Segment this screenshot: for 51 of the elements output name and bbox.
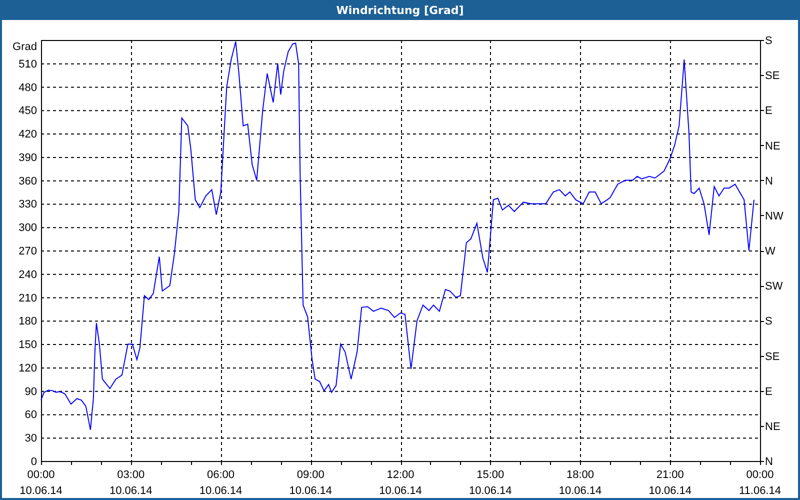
y-tick-label: 180 — [18, 316, 37, 328]
y-tick-label: 420 — [18, 128, 37, 141]
y-tick-label: 30 — [24, 432, 37, 445]
x-tick-label: 21:00 — [656, 469, 684, 481]
y-tick-label: 360 — [18, 175, 37, 188]
x-tick-date: 10.06.14 — [558, 485, 602, 497]
x-tick-date: 10.06.14 — [648, 485, 692, 497]
compass-tick-label: SE — [765, 70, 780, 82]
y-tick-label: 390 — [18, 152, 37, 164]
x-tick-date: 10.06.14 — [20, 485, 62, 497]
y-tick-label: 60 — [24, 409, 37, 422]
x-tick-label: 03:00 — [117, 469, 145, 481]
compass-tick-label: N — [765, 456, 773, 468]
y-tick-label: 480 — [18, 82, 37, 94]
x-tick-date: 11.06.14 — [739, 485, 781, 497]
compass-tick-label: S — [765, 35, 772, 47]
compass-tick-label: SE — [765, 350, 780, 363]
compass-tick-label: S — [765, 316, 772, 328]
x-tick-label: 00:00 — [746, 469, 774, 481]
compass-tick-label: SW — [765, 280, 783, 293]
y-tick-label: 270 — [18, 246, 37, 258]
x-tick-date: 10.06.14 — [109, 485, 152, 497]
compass-tick-label: E — [765, 386, 772, 398]
x-tick-date: 10.06.14 — [289, 485, 332, 497]
y-tick-label: 330 — [18, 198, 37, 211]
y-tick-label: 450 — [18, 105, 37, 118]
x-tick-label: 00:00 — [27, 469, 55, 481]
x-tick-label: 09:00 — [296, 469, 324, 481]
compass-tick-label: NE — [765, 140, 780, 152]
x-tick-date: 10.06.14 — [379, 485, 422, 497]
compass-tick-label: NE — [765, 420, 780, 433]
compass-tick-label: W — [765, 246, 776, 258]
y-axis-title: Grad — [12, 41, 37, 53]
window-title: Windrichtung [Grad] — [336, 4, 464, 16]
x-tick-label: 06:00 — [206, 469, 235, 481]
y-tick-label: 120 — [18, 362, 37, 374]
y-tick-label: 90 — [24, 386, 37, 398]
x-tick-label: 15:00 — [476, 469, 504, 481]
y-tick-label: 150 — [18, 339, 37, 352]
y-tick-label: 210 — [18, 292, 37, 304]
compass-tick-label: N — [765, 175, 773, 188]
compass-tick-label: E — [765, 105, 772, 118]
compass-tick-label: NW — [765, 210, 784, 222]
x-tick-label: 12:00 — [386, 469, 414, 481]
y-tick-label: 510 — [18, 58, 37, 70]
x-tick-date: 10.06.14 — [468, 485, 512, 497]
y-tick-label: 300 — [18, 222, 37, 234]
x-tick-date: 10.06.14 — [199, 485, 242, 497]
y-tick-label: 240 — [18, 268, 37, 281]
x-tick-label: 18:00 — [566, 469, 594, 481]
y-tick-label: 0 — [30, 456, 37, 468]
